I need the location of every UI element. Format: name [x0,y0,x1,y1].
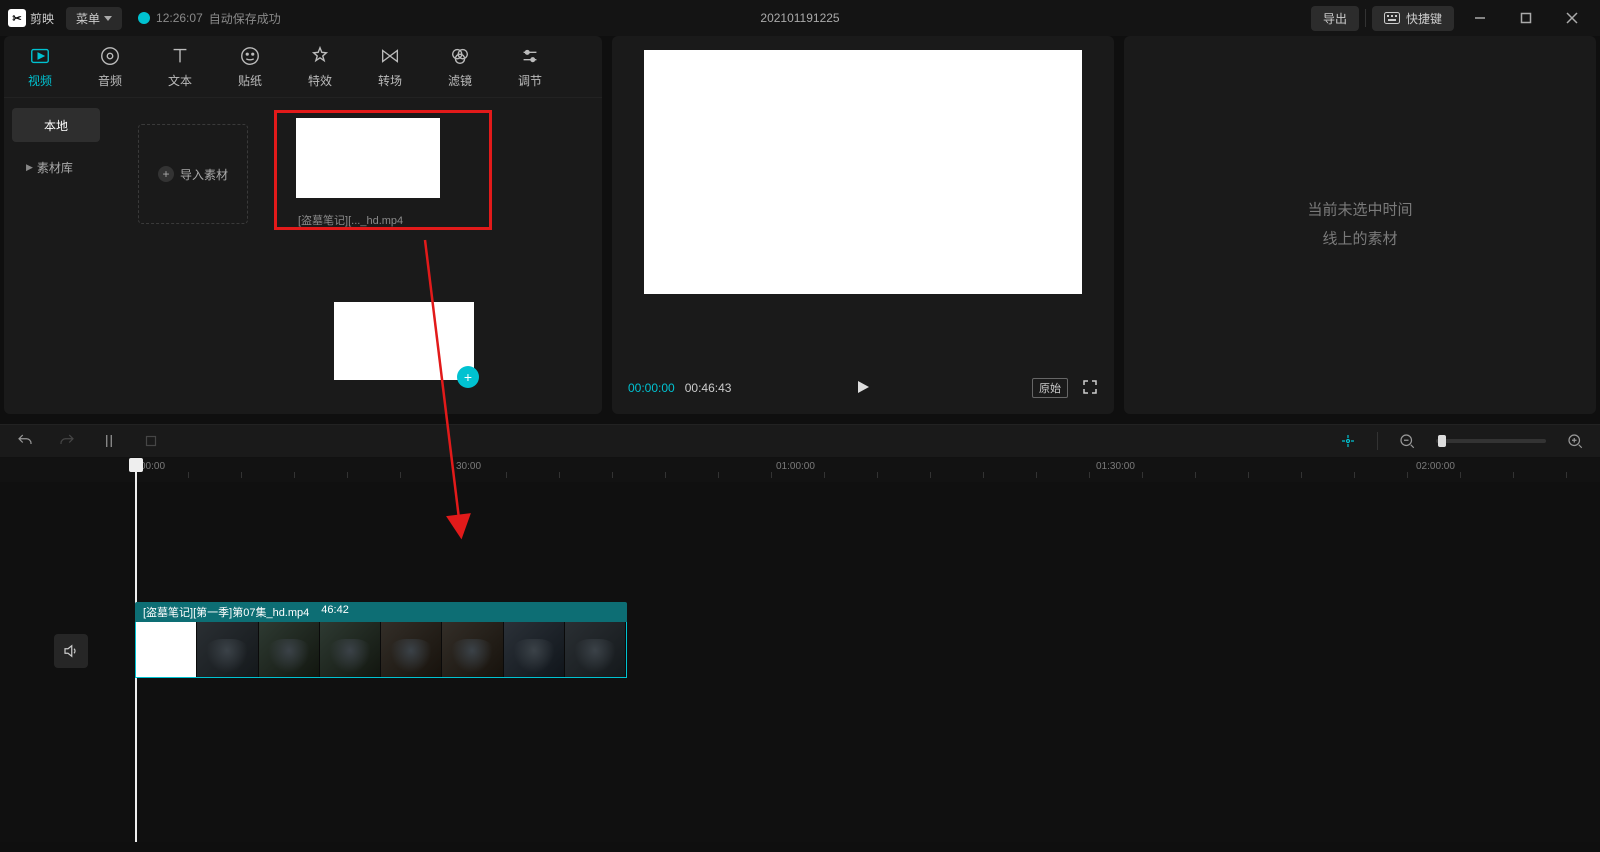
text-icon [168,44,192,68]
timeline-clip-frames [135,622,627,678]
plus-icon: + [158,166,174,182]
timeline-toolbar [0,424,1600,458]
timeline-panel: 00:00 30:00 01:00:00 01:30:00 02:00:00 [… [0,424,1600,842]
video-icon [28,44,52,68]
timeline-clip-duration: 46:42 [321,604,349,620]
shortcut-button[interactable]: 快捷键 [1372,6,1454,31]
auto-snap-button[interactable] [1335,428,1361,454]
zoom-slider-handle[interactable] [1438,435,1446,447]
speaker-icon [62,642,80,660]
split-button[interactable] [96,428,122,454]
audio-icon [98,44,122,68]
preview-time-duration: 00:46:43 [685,381,732,395]
undo-button[interactable] [12,428,38,454]
clip-frame [565,622,626,677]
tab-effect[interactable]: 特效 [292,44,348,89]
maximize-button[interactable] [1506,4,1546,32]
tab-video[interactable]: 视频 [12,44,68,89]
keyboard-icon [1384,12,1400,24]
autosave-status: 12:26:07 自动保存成功 [138,10,281,27]
status-dot-icon [138,12,150,24]
clip-frame [320,622,381,677]
preview-time-current: 00:00:00 [628,381,675,395]
adjust-icon [518,44,542,68]
tab-adjust[interactable]: 调节 [502,44,558,89]
tab-transition[interactable]: 转场 [362,44,418,89]
clip-frame [259,622,320,677]
menu-button[interactable]: 菜单 [66,7,122,30]
app-logo: ✂ 剪映 [8,9,54,27]
aspect-ratio-button[interactable]: 原始 [1032,378,1068,398]
timeline-clip[interactable]: [盗墓笔记][第一季]第07集_hd.mp4 46:42 [135,602,627,678]
tab-filter[interactable]: 滤镜 [432,44,488,89]
timeline-clip-name: [盗墓笔记][第一季]第07集_hd.mp4 [143,604,309,620]
preview-viewport[interactable] [644,50,1082,294]
filter-icon [448,44,472,68]
effect-icon [308,44,332,68]
tab-sticker[interactable]: 贴纸 [222,44,278,89]
ruler-stamp: 01:00:00 [776,461,815,472]
fullscreen-icon [1082,379,1098,395]
save-msg: 自动保存成功 [209,10,281,27]
play-button[interactable] [855,379,871,398]
clip-frame [136,622,197,677]
clip-frame [442,622,503,677]
track-mute-button[interactable] [54,634,88,668]
ruler-stamp: 30:00 [456,461,481,472]
tab-text[interactable]: 文本 [152,44,208,89]
media-clip-filename: [盗墓笔记][..._hd.mp4 [298,212,403,228]
triangle-right-icon: ▶ [26,162,33,173]
sticker-icon [238,44,262,68]
close-button[interactable] [1552,4,1592,32]
chevron-down-icon [104,16,112,21]
minimize-button[interactable] [1460,4,1500,32]
redo-button[interactable] [54,428,80,454]
timeline-tracks[interactable]: [盗墓笔记][第一季]第07集_hd.mp4 46:42 [0,482,1600,842]
delete-button[interactable] [138,428,164,454]
play-icon [855,379,871,395]
media-grid: + 导入素材 [盗墓笔记][..._hd.mp4 + [108,98,602,414]
zoom-out-button[interactable] [1394,428,1420,454]
app-name: 剪映 [30,10,54,27]
add-to-timeline-icon[interactable]: + [457,366,479,388]
properties-panel: 当前未选中时间 线上的素材 [1124,36,1596,414]
media-panel: 视频 音频 文本 贴纸 特效 转场 [4,36,602,414]
tool-tabs: 视频 音频 文本 贴纸 特效 转场 [4,36,602,98]
divider [1365,9,1366,27]
zoom-slider[interactable] [1436,439,1546,443]
zoom-in-button[interactable] [1562,428,1588,454]
ruler-stamp: 02:00:00 [1416,461,1455,472]
export-button[interactable]: 导出 [1311,6,1359,31]
dragging-clip-thumb[interactable] [334,302,474,380]
save-time: 12:26:07 [156,11,203,25]
ruler-stamp: 01:30:00 [1096,461,1135,472]
transition-icon [378,44,402,68]
properties-empty-message: 当前未选中时间 线上的素材 [1307,197,1412,254]
import-media-button[interactable]: + 导入素材 [138,124,248,224]
title-bar: ✂ 剪映 菜单 12:26:07 自动保存成功 202101191225 导出 … [0,0,1600,36]
sidebar-item-local[interactable]: 本地 [12,108,100,142]
timeline-clip-header: [盗墓笔记][第一季]第07集_hd.mp4 46:42 [135,602,627,622]
menu-label: 菜单 [76,10,100,27]
divider [1377,432,1378,450]
media-source-list: 本地 ▶ 素材库 [4,98,108,414]
project-name: 202101191225 [760,11,839,25]
preview-panel: 00:00:00 00:46:43 原始 [612,36,1114,414]
clip-frame [197,622,258,677]
timeline-ruler[interactable]: 00:00 30:00 01:00:00 01:30:00 02:00:00 [0,458,1600,482]
preview-controls: 00:00:00 00:46:43 原始 [628,374,1098,402]
clip-frame [381,622,442,677]
clip-frame [504,622,565,677]
sidebar-item-library[interactable]: ▶ 素材库 [12,150,100,184]
fullscreen-button[interactable] [1082,379,1098,398]
logo-icon: ✂ [8,9,26,27]
ruler-stamp: 00:00 [140,461,165,472]
tab-audio[interactable]: 音频 [82,44,138,89]
